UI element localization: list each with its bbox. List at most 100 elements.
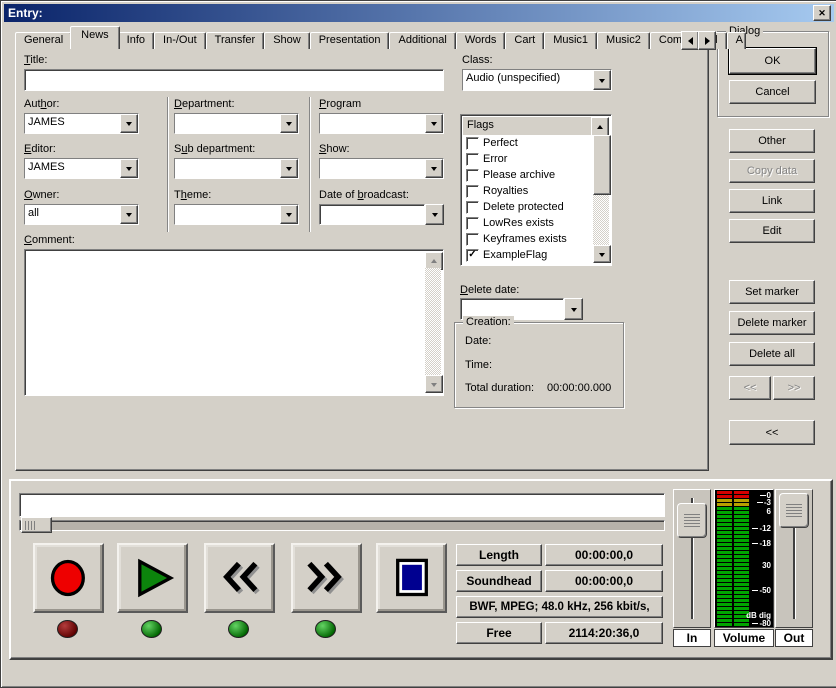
chevron-down-icon[interactable] bbox=[120, 205, 138, 224]
class-label: Class: bbox=[462, 54, 493, 66]
tab-show[interactable]: Show bbox=[264, 32, 310, 49]
tab-in-out[interactable]: In-/Out bbox=[154, 32, 206, 49]
fast-forward-icon bbox=[305, 556, 349, 600]
flags-scroll-down-button[interactable] bbox=[593, 245, 611, 263]
chevron-down-icon[interactable] bbox=[280, 205, 298, 224]
checkbox-icon[interactable] bbox=[466, 233, 479, 246]
previous-button[interactable]: << bbox=[729, 376, 771, 400]
tab-cart[interactable]: Cart bbox=[505, 32, 544, 49]
play-button[interactable] bbox=[117, 543, 188, 613]
checkbox-icon[interactable] bbox=[466, 169, 479, 182]
set-marker-button[interactable]: Set marker bbox=[729, 280, 815, 304]
out-fader-thumb[interactable] bbox=[779, 493, 809, 528]
tab-additional[interactable]: Additional bbox=[389, 32, 455, 49]
grip-icon bbox=[25, 521, 35, 530]
position-slider-thumb[interactable] bbox=[21, 517, 52, 533]
tab-transfer[interactable]: Transfer bbox=[206, 32, 265, 49]
chevron-down-icon[interactable] bbox=[120, 159, 138, 178]
tab-news[interactable]: News bbox=[70, 26, 120, 49]
tab-music2[interactable]: Music2 bbox=[597, 32, 650, 49]
link-button[interactable]: Link bbox=[729, 189, 815, 213]
class-combobox[interactable]: Audio (unspecified) bbox=[462, 69, 612, 91]
tab-scroll-left-button[interactable] bbox=[681, 31, 699, 50]
flags-listbox[interactable]: Flags PerfectErrorPlease archiveRoyaltie… bbox=[460, 114, 612, 266]
rewind-button[interactable] bbox=[204, 543, 275, 613]
in-fader[interactable] bbox=[673, 489, 711, 628]
checkbox-icon[interactable] bbox=[466, 137, 479, 150]
checkbox-icon[interactable] bbox=[466, 153, 479, 166]
flag-item[interactable]: LowRes exists bbox=[463, 215, 593, 231]
tab-words[interactable]: Words bbox=[456, 32, 506, 49]
flag-label: Delete protected bbox=[483, 201, 564, 213]
owner-combobox[interactable]: all bbox=[24, 204, 139, 225]
tab-music1[interactable]: Music1 bbox=[544, 32, 597, 49]
flag-item[interactable]: Delete protected bbox=[463, 199, 593, 215]
tab-scroll-right-button[interactable] bbox=[698, 31, 716, 50]
scrollbar-track[interactable] bbox=[425, 268, 441, 377]
tab-a[interactable]: A bbox=[727, 32, 746, 49]
collapse-button[interactable]: << bbox=[729, 420, 815, 445]
chevron-down-icon[interactable] bbox=[425, 114, 443, 133]
flag-item[interactable]: ✓ExampleFlag bbox=[463, 247, 593, 263]
cancel-button[interactable]: Cancel bbox=[729, 80, 816, 104]
copy-data-button[interactable]: Copy data bbox=[729, 159, 815, 183]
triangle-right-icon bbox=[705, 37, 714, 45]
next-button[interactable]: >> bbox=[773, 376, 815, 400]
flag-item[interactable]: Keyframes exists bbox=[463, 231, 593, 247]
program-combobox[interactable] bbox=[319, 113, 444, 134]
total-duration-value: 00:00:00.000 bbox=[547, 382, 611, 394]
play-led-icon bbox=[141, 620, 162, 638]
chevron-down-icon[interactable] bbox=[280, 114, 298, 133]
date-of-broadcast-input[interactable] bbox=[319, 204, 425, 225]
show-combobox[interactable] bbox=[319, 158, 444, 179]
scroll-down-button[interactable] bbox=[425, 375, 443, 393]
date-of-broadcast-dropdown-button[interactable] bbox=[425, 204, 444, 225]
fast-forward-button[interactable] bbox=[291, 543, 362, 613]
checkbox-icon[interactable]: ✓ bbox=[466, 249, 479, 262]
flag-item[interactable]: Please archive bbox=[463, 167, 593, 183]
edit-button[interactable]: Edit bbox=[729, 219, 815, 243]
chevron-down-icon[interactable] bbox=[593, 70, 611, 90]
sub-department-combobox[interactable] bbox=[174, 158, 299, 179]
title-bar[interactable]: Entry: ✕ bbox=[4, 4, 834, 22]
chevron-down-icon[interactable] bbox=[425, 159, 443, 178]
flag-item[interactable]: Royalties bbox=[463, 183, 593, 199]
tab-presentation[interactable]: Presentation bbox=[310, 32, 390, 49]
checkbox-icon[interactable] bbox=[466, 185, 479, 198]
position-slider-track[interactable] bbox=[19, 520, 665, 531]
editor-combobox[interactable]: JAMES bbox=[24, 158, 139, 179]
chevron-down-icon[interactable] bbox=[280, 159, 298, 178]
theme-combobox[interactable] bbox=[174, 204, 299, 225]
stop-button[interactable] bbox=[376, 543, 447, 613]
flag-label: LowRes exists bbox=[483, 217, 554, 229]
flag-item[interactable]: Error bbox=[463, 151, 593, 167]
flags-scrollbar[interactable] bbox=[593, 135, 609, 263]
out-fader[interactable] bbox=[775, 489, 813, 628]
checkbox-icon[interactable] bbox=[466, 217, 479, 230]
flag-item[interactable]: Perfect bbox=[463, 135, 593, 151]
department-combobox[interactable] bbox=[174, 113, 299, 134]
tab-general[interactable]: General bbox=[15, 32, 72, 49]
delete-date-dropdown-button[interactable] bbox=[564, 298, 583, 320]
delete-marker-button[interactable]: Delete marker bbox=[729, 311, 815, 335]
checkbox-icon[interactable] bbox=[466, 201, 479, 214]
title-input[interactable] bbox=[24, 69, 444, 91]
tab-info[interactable]: Info bbox=[118, 32, 154, 49]
close-button[interactable]: ✕ bbox=[813, 5, 831, 21]
rewind-led-icon bbox=[228, 620, 249, 638]
flag-label: Perfect bbox=[483, 137, 518, 149]
delete-all-button[interactable]: Delete all bbox=[729, 342, 815, 366]
record-button[interactable] bbox=[33, 543, 104, 613]
creation-time-label: Time: bbox=[465, 359, 492, 371]
ok-button[interactable]: OK bbox=[729, 48, 816, 74]
in-fader-thumb[interactable] bbox=[677, 503, 707, 538]
author-label: Author: bbox=[24, 98, 59, 110]
flags-scroll-up-button[interactable] bbox=[591, 117, 609, 137]
other-button[interactable]: Other bbox=[729, 129, 815, 153]
chevron-down-icon[interactable] bbox=[120, 114, 138, 133]
comment-textarea[interactable] bbox=[24, 249, 444, 396]
comment-scrollbar[interactable] bbox=[425, 252, 441, 393]
soundhead-label: Soundhead bbox=[456, 570, 542, 592]
flags-scrollbar-thumb[interactable] bbox=[593, 135, 611, 195]
author-combobox[interactable]: JAMES bbox=[24, 113, 139, 134]
